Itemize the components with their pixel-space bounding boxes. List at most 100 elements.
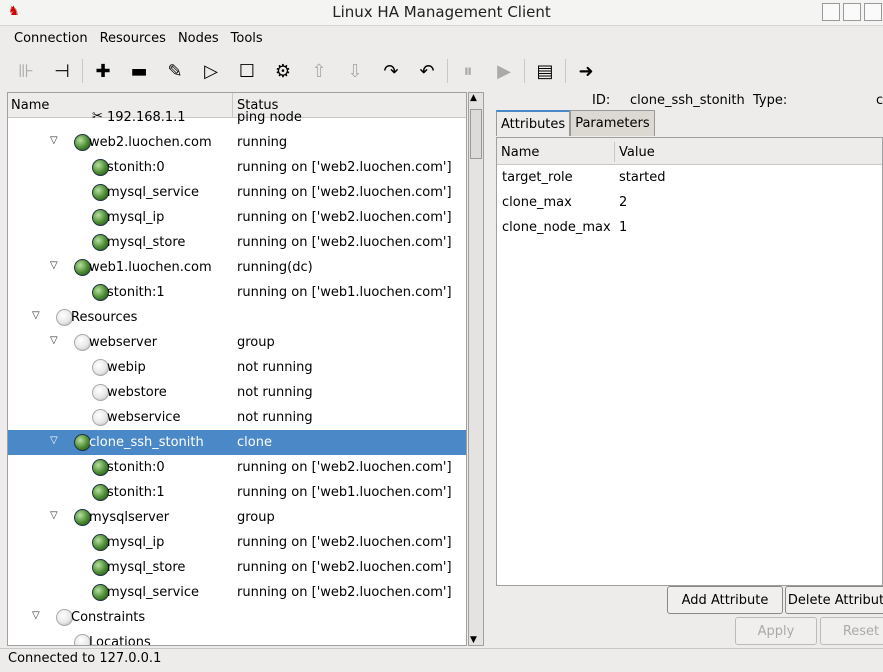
tree-item-name: webstore	[107, 385, 167, 400]
tree-item-status: running on ['web2.luochen.com']	[237, 160, 452, 175]
cleanup-broom-icon[interactable]: ✎	[157, 56, 193, 86]
attribute-name: clone_max	[502, 195, 572, 210]
tree-row[interactable]: stonith:1 running on ['web1.luochen.com']	[8, 480, 466, 505]
tree-item-status: not running	[237, 410, 313, 425]
tree-row[interactable]: mysql_service running on ['web2.luochen.c…	[8, 580, 466, 605]
tree-item-name: stonith:1	[107, 485, 165, 500]
menu-bar: Connection Resources Nodes Tools	[8, 28, 269, 52]
tree-row[interactable]: stonith:0 running on ['web2.luochen.com']	[8, 455, 466, 480]
add-attribute-button[interactable]: Add Attribute	[667, 586, 783, 614]
minimize-button[interactable]	[822, 3, 840, 21]
expander-arrow-icon[interactable]: ▽	[32, 310, 40, 321]
tree-row[interactable]: ▽ Resources	[8, 305, 466, 330]
maximize-button[interactable]	[843, 3, 861, 21]
tree-item-status: running on ['web2.luochen.com']	[237, 585, 452, 600]
document-icon[interactable]: ▤	[527, 56, 563, 86]
column-header-attr-name[interactable]: Name	[501, 145, 539, 160]
scroll-down-arrow-icon[interactable]: ▼	[470, 635, 477, 645]
move-down-icon[interactable]: ⇩	[337, 56, 373, 86]
resource-tree[interactable]: Name Status ✂ 192.168.1.1 ping node ▽ web2.l…	[7, 92, 467, 646]
scroll-up-arrow-icon[interactable]: ▲	[470, 93, 477, 103]
tree-row[interactable]: ▽ clone_ssh_stonith clone	[8, 430, 466, 455]
tree-item-name: mysql_ip	[107, 210, 165, 225]
undo-icon[interactable]: ↶	[409, 56, 445, 86]
menu-tools[interactable]: Tools	[225, 28, 269, 52]
tree-row[interactable]: stonith:1 running on ['web1.luochen.com']	[8, 280, 466, 305]
tab-attributes[interactable]: Attributes	[496, 110, 571, 136]
gears-icon[interactable]: ⚙	[265, 56, 301, 86]
tree-item-name: Resources	[71, 310, 138, 325]
redo-icon[interactable]: ↷	[373, 56, 409, 86]
tree-item-status: running on ['web2.luochen.com']	[237, 460, 452, 475]
attribute-row[interactable]: target_role started	[497, 165, 882, 190]
detail-tabs: Attributes Parameters	[496, 110, 655, 136]
attribute-row[interactable]: clone_max 2	[497, 190, 882, 215]
column-header-attr-value[interactable]: Value	[619, 145, 655, 160]
start-icon[interactable]: ▷	[193, 56, 229, 86]
tree-item-status: running on ['web1.luochen.com']	[237, 285, 452, 300]
tree-row[interactable]: ▽ web2.luochen.com running	[8, 130, 466, 155]
expander-arrow-icon[interactable]: ▽	[32, 610, 40, 621]
tree-row[interactable]: mysql_ip running on ['web2.luochen.com']	[8, 205, 466, 230]
tree-item-status: running on ['web2.luochen.com']	[237, 560, 452, 575]
tree-row[interactable]: ▽ mysqlserver group	[8, 505, 466, 530]
tree-row[interactable]: webstore not running	[8, 380, 466, 405]
window-title: Linux HA Management Client	[332, 3, 551, 21]
close-button[interactable]	[864, 3, 882, 21]
tree-row[interactable]: webip not running	[8, 355, 466, 380]
remove-icon[interactable]: ▬	[121, 56, 157, 86]
tree-row[interactable]: ▽ web1.luochen.com running(dc)	[8, 255, 466, 280]
resource-id-bar: ID: clone_ssh_stonith Type: c	[494, 92, 883, 110]
tree-row[interactable]: ✂ 192.168.1.1 ping node	[8, 105, 466, 130]
reset-button[interactable]: Reset	[820, 617, 883, 645]
expander-arrow-icon[interactable]: ▽	[50, 335, 58, 346]
tab-parameters[interactable]: Parameters	[570, 110, 655, 136]
tree-row[interactable]: mysql_service running on ['web2.luochen.c…	[8, 180, 466, 205]
menu-connection[interactable]: Connection	[8, 28, 94, 52]
scroll-thumb[interactable]	[470, 109, 482, 159]
tree-item-status: running on ['web2.luochen.com']	[237, 235, 452, 250]
menu-resources[interactable]: Resources	[94, 28, 172, 52]
standby-icon[interactable]: ⏸	[450, 56, 486, 86]
move-up-icon[interactable]: ⇧	[301, 56, 337, 86]
type-label: Type:	[753, 93, 788, 108]
tree-row[interactable]: mysql_store running on ['web2.luochen.com…	[8, 555, 466, 580]
tree-row[interactable]: ▽ Constraints	[8, 605, 466, 630]
expander-arrow-icon[interactable]: ▽	[50, 435, 58, 446]
tree-row[interactable]: mysql_store running on ['web2.luochen.com…	[8, 230, 466, 255]
add-icon[interactable]: ✚	[85, 56, 121, 86]
disconnect-icon[interactable]: ⊣	[44, 56, 80, 86]
tree-item-name: 192.168.1.1	[107, 110, 186, 125]
expander-arrow-icon[interactable]: ▽	[50, 510, 58, 521]
stop-icon[interactable]: ☐	[229, 56, 265, 86]
tree-item-name: mysql_store	[107, 235, 186, 250]
active-icon[interactable]: ▶	[486, 56, 522, 86]
tree-row[interactable]: ▽ webserver group	[8, 330, 466, 355]
tree-item-name: web1.luochen.com	[89, 260, 212, 275]
tree-row[interactable]: webservice not running	[8, 405, 466, 430]
tree-item-status: running on ['web1.luochen.com']	[237, 485, 452, 500]
tree-row[interactable]: mysql_ip running on ['web2.luochen.com']	[8, 530, 466, 555]
pane-splitter[interactable]	[485, 92, 493, 646]
tree-scrollbar[interactable]: ▲ ▼	[468, 92, 484, 646]
delete-attribute-button[interactable]: Delete Attribute	[785, 586, 883, 614]
exit-icon[interactable]: ➜	[568, 56, 604, 86]
tree-item-status: not running	[237, 385, 313, 400]
connect-icon[interactable]: ⊪	[8, 56, 44, 86]
apply-button[interactable]: Apply	[735, 617, 817, 645]
attribute-value: 1	[619, 220, 628, 235]
status-bar: Connected to 127.0.0.1	[0, 648, 883, 672]
toolbar-separator	[524, 59, 525, 83]
title-bar: ♞ Linux HA Management Client	[0, 0, 883, 26]
tree-item-name: mysql_service	[107, 585, 200, 600]
tree-item-name: mysql_ip	[107, 535, 165, 550]
tree-item-name: Constraints	[71, 610, 146, 625]
expander-arrow-icon[interactable]: ▽	[50, 260, 58, 271]
attribute-row[interactable]: clone_node_max 1	[497, 215, 882, 240]
expander-arrow-icon[interactable]: ▽	[50, 135, 58, 146]
tree-item-status: running on ['web2.luochen.com']	[237, 535, 452, 550]
menu-nodes[interactable]: Nodes	[172, 28, 225, 52]
attributes-table: Name Value target_role started clone_max 2 c…	[496, 137, 883, 586]
tree-row[interactable]: Locations	[8, 630, 466, 645]
tree-row[interactable]: stonith:0 running on ['web2.luochen.com']	[8, 155, 466, 180]
